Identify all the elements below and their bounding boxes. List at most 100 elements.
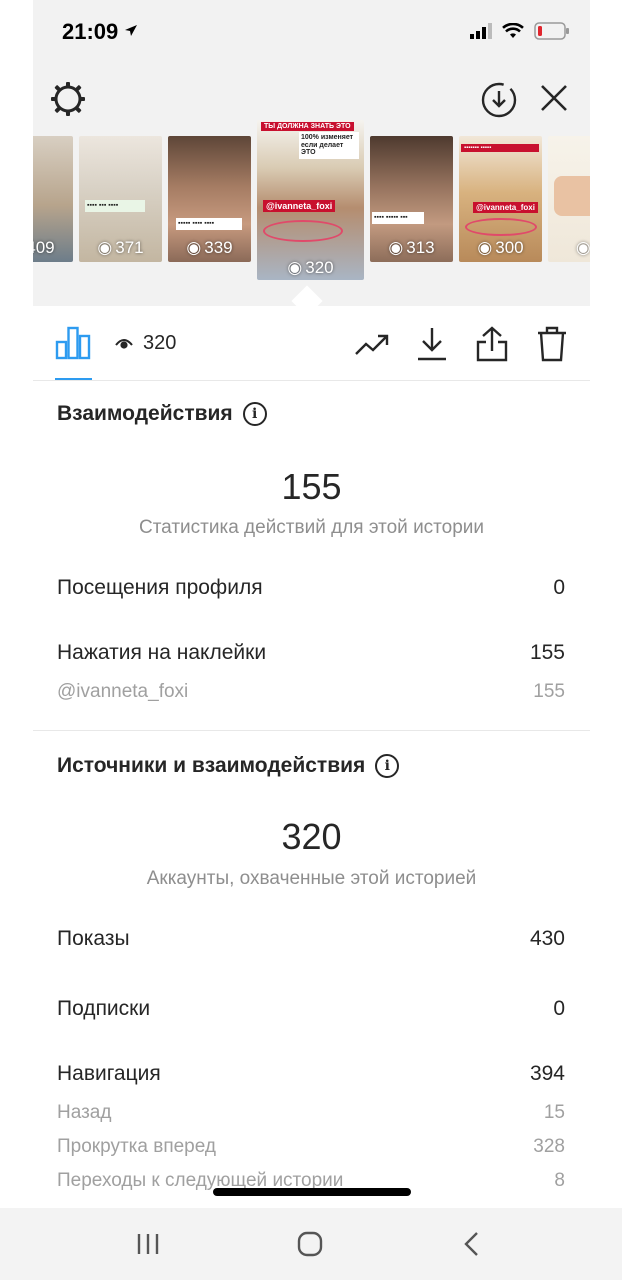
story-thumbnail-highlight	[465, 218, 537, 236]
story-thumbnail-text: 100% изменяет если делает ЭТО	[299, 132, 359, 160]
story-thumbnail-text: ▪▪▪▪ ▪▪▪▪▪ ▪▪▪	[372, 212, 424, 224]
close-button[interactable]	[538, 82, 570, 119]
story-views: ◉ 313	[388, 238, 435, 257]
eye-icon: ◉	[186, 238, 202, 257]
download-button[interactable]	[414, 324, 450, 364]
metric-value: 0	[553, 997, 565, 1020]
interactions-total: 155	[281, 466, 342, 507]
location-arrow-icon	[125, 25, 138, 36]
home-icon	[297, 1231, 323, 1257]
close-icon	[541, 85, 567, 111]
wifi-icon	[502, 23, 524, 38]
story-thumbnail-text: ▪▪▪▪▪▪▪ ▪▪▪▪▪	[461, 144, 539, 152]
settings-button[interactable]	[49, 80, 87, 123]
story-views: ◉2	[548, 238, 590, 258]
metric-row: Подписки 0	[57, 997, 565, 1021]
story-thumbnail-text: ▪▪▪▪ ▪▪▪ ▪▪▪▪	[85, 200, 145, 212]
eye-icon	[115, 338, 133, 349]
eye-icon: ◉	[287, 258, 303, 277]
story-thumbnail[interactable]: ◉2	[548, 136, 590, 262]
share-button[interactable]	[474, 324, 510, 364]
promote-button[interactable]	[354, 324, 390, 364]
metric-label: Навигация	[57, 1062, 161, 1085]
trash-icon	[538, 326, 566, 362]
metric-value: 430	[529, 927, 565, 950]
story-views: ◉409	[33, 238, 55, 257]
metric-value: 155	[529, 641, 565, 664]
metric-value: 0	[553, 576, 565, 599]
eye-icon: ◉	[477, 238, 493, 257]
metric-sub-value: 328	[533, 1136, 565, 1157]
signal-icon	[470, 23, 492, 39]
story-views: ◉ 320	[287, 258, 334, 277]
story-toolbar	[33, 76, 590, 126]
eye-icon: ◉	[97, 238, 113, 257]
metric-label: Подписки	[57, 997, 151, 1020]
metric-sub-label: Прокрутка вперед	[57, 1136, 216, 1157]
back-button[interactable]	[452, 1228, 492, 1260]
story-thumbnail-mention: @ivanneta_foxi	[263, 200, 336, 212]
interactions-section-title: Взаимодействия i	[57, 402, 267, 426]
insights-tabbar: 320	[33, 306, 590, 381]
story-thumbnail[interactable]: ▪▪▪▪ ▪▪▪ ▪▪▪▪ ◉ 371	[79, 136, 162, 262]
app-screen: 21:09 09 ▪▪▪▪ ▪▪▪ ▪▪▪▪ ◉ 371 ▪▪▪▪▪ ▪▪▪▪ …	[33, 0, 590, 1208]
info-icon[interactable]: i	[375, 754, 400, 778]
metric-row: Навигация 394	[57, 1062, 565, 1086]
viewers-tab[interactable]: 320	[115, 332, 176, 355]
bar-chart-icon	[55, 326, 91, 360]
insights-tab[interactable]	[55, 324, 91, 365]
metric-sub-row: Прокрутка вперед 328	[57, 1136, 565, 1158]
eye-icon: ◉	[388, 238, 404, 257]
metric-sub-row: @ivanneta_foxi 155	[57, 681, 565, 703]
gear-icon	[51, 82, 85, 116]
interactions-subtitle: Статистика действий для этой истории	[138, 517, 485, 538]
recent-apps-icon	[137, 1234, 159, 1254]
story-thumbnail[interactable]: ▪▪▪▪ ▪▪▪▪▪ ▪▪▪ ◉ 313	[370, 136, 453, 262]
metric-value: 394	[529, 1062, 565, 1085]
discovery-section-title: Источники и взаимодействия i	[57, 754, 400, 778]
story-header-area: 21:09 09 ▪▪▪▪ ▪▪▪ ▪▪▪▪ ◉ 371 ▪▪▪▪▪ ▪▪▪▪ …	[33, 0, 590, 306]
metric-sub-value: 155	[533, 681, 565, 702]
home-indicator[interactable]	[213, 1188, 411, 1196]
story-thumbnail[interactable]: ◉409	[33, 136, 73, 262]
battery-icon	[534, 22, 569, 40]
story-thumbnail-text: ▪▪▪▪▪ ▪▪▪▪ ▪▪▪▪	[176, 218, 242, 230]
share-icon	[476, 326, 508, 362]
download-icon	[418, 328, 446, 361]
active-tab-indicator	[55, 378, 92, 380]
story-views: ◉ 339	[186, 238, 233, 257]
back-chevron-icon	[464, 1232, 478, 1256]
story-views: ◉ 300	[477, 238, 524, 257]
android-nav-bar	[0, 1208, 622, 1280]
story-thumbnail-image	[554, 176, 590, 216]
story-thumbnail-mention: @ivanneta_foxi	[473, 202, 538, 213]
metric-sub-row: Назад 15	[57, 1102, 565, 1124]
story-thumbnail[interactable]: ▪▪▪▪▪▪▪ ▪▪▪▪▪ @ivanneta_foxi ◉ 300	[459, 136, 542, 262]
recent-apps-button[interactable]	[128, 1228, 168, 1260]
metric-sub-value: 15	[543, 1102, 565, 1123]
metric-label: Показы	[57, 927, 130, 950]
discovery-subtitle: Аккаунты, охваченные этой историей	[146, 868, 477, 889]
metric-row: Посещения профиля 0	[57, 576, 565, 600]
eye-icon: ◉	[575, 238, 590, 257]
metric-row: Нажатия на наклейки 155	[57, 641, 565, 665]
metric-label: Посещения профиля	[57, 576, 263, 599]
metric-label: Нажатия на наклейки	[57, 641, 267, 664]
viewers-count: 320	[143, 332, 177, 354]
phone-frame: 21:09 09 ▪▪▪▪ ▪▪▪ ▪▪▪▪ ◉ 371 ▪▪▪▪▪ ▪▪▪▪ …	[0, 0, 622, 1280]
trending-up-icon	[355, 334, 389, 355]
metric-row: Показы 430	[57, 927, 565, 951]
save-story-button[interactable]	[479, 80, 519, 125]
status-icons	[470, 22, 570, 40]
section-divider	[33, 730, 590, 731]
story-views: ◉ 371	[97, 238, 144, 257]
download-circle-icon	[481, 82, 517, 118]
story-thumbnail[interactable]: ▪▪▪▪▪ ▪▪▪▪ ▪▪▪▪ ◉ 339	[168, 136, 251, 262]
story-thumbnail-highlight	[263, 220, 343, 242]
info-icon[interactable]: i	[242, 402, 267, 426]
story-thumbnails: ◉409 ▪▪▪▪ ▪▪▪ ▪▪▪▪ ◉371 ▪▪▪▪▪ ▪▪▪▪ ▪▪▪▪ …	[33, 120, 590, 282]
story-actions	[354, 324, 570, 364]
story-thumbnail-selected[interactable]: ТЫ ДОЛЖНА ЗНАТЬ ЭТО 100% изменяет если д…	[257, 120, 364, 280]
delete-button[interactable]	[534, 324, 570, 364]
home-button[interactable]	[290, 1228, 330, 1260]
